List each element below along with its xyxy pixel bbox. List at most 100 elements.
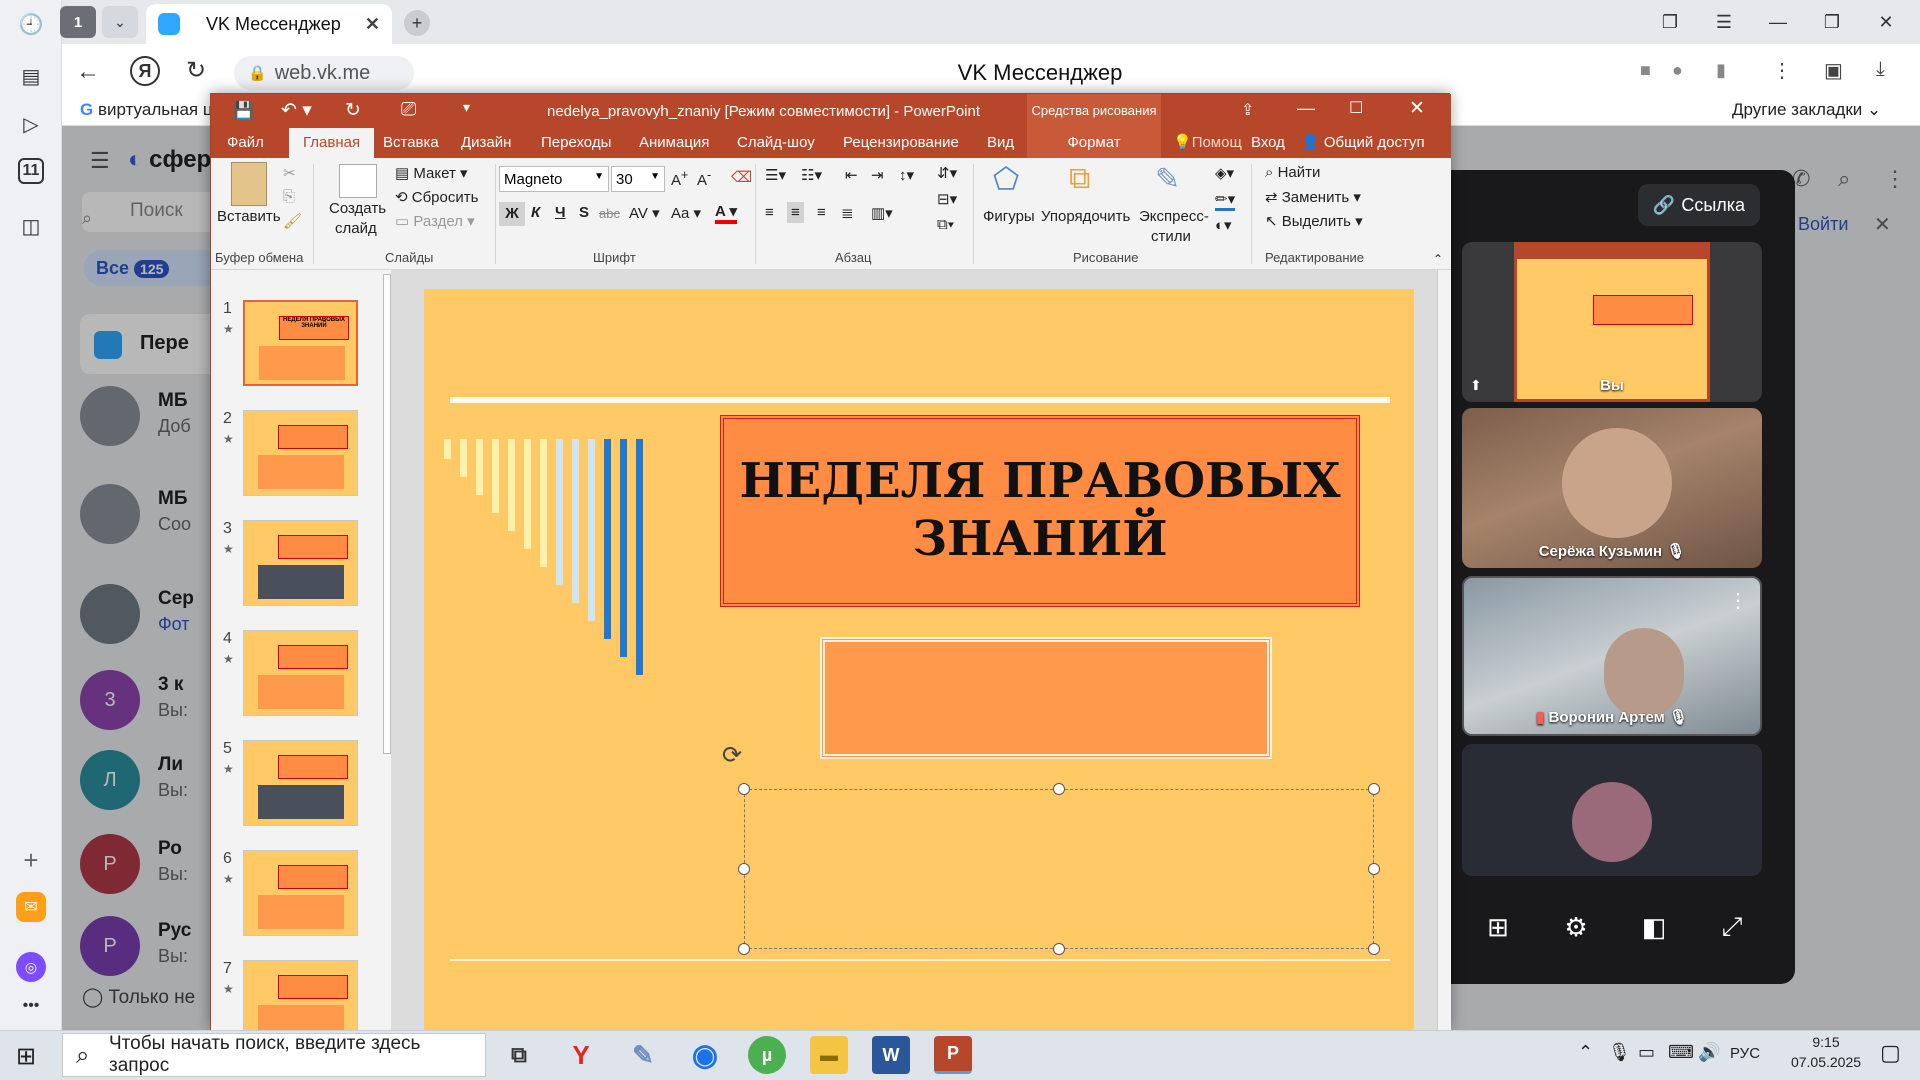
yandex-icon[interactable]: Я [130, 56, 160, 86]
screenshot-icon[interactable]: ◫ [15, 210, 47, 242]
bookmark-icon[interactable]: ▮ [1716, 60, 1726, 81]
bold-button[interactable]: Ж [499, 202, 525, 226]
call-tile-self[interactable]: Вы ⬆ [1462, 242, 1762, 402]
font-size-select[interactable]: 30 ▼ [611, 166, 665, 192]
editor-scrollbar[interactable] [1437, 270, 1451, 1031]
slide-subtitle-box[interactable] [820, 637, 1272, 759]
paste-icon[interactable] [231, 162, 267, 206]
shape-effects-icon[interactable]: ◐▾ [1215, 216, 1232, 234]
volume-icon[interactable]: 🔊 [1698, 1042, 1720, 1063]
tab-group-counter[interactable]: 1 [60, 6, 96, 38]
close-tab-icon[interactable]: ✕ [365, 14, 380, 35]
smartart-icon[interactable]: ⧉▾ [937, 216, 954, 233]
resize-handle[interactable] [1368, 943, 1380, 955]
shapes-button[interactable]: Фигуры [983, 208, 1035, 225]
undo-icon[interactable]: ↶ ▾ [281, 99, 312, 122]
share-button[interactable]: 👤 Общий доступ [1301, 128, 1425, 158]
find-button[interactable]: ⌕ Найти [1265, 164, 1320, 181]
badge-icon[interactable]: 11 [18, 158, 44, 184]
clear-format-icon[interactable]: ⌫ [731, 168, 752, 186]
minimize-icon[interactable]: — [1297, 98, 1315, 119]
thumbs-scrollbar[interactable] [383, 274, 391, 754]
font-color-icon[interactable]: A ▾ [715, 202, 737, 224]
char-spacing-icon[interactable]: AV ▾ [629, 204, 660, 222]
more-vertical-icon[interactable]: ⋮ [1772, 58, 1792, 83]
tab-home[interactable]: Главная [289, 128, 375, 158]
font-name-select[interactable]: Magneto ▼ [499, 166, 609, 192]
new-tab-icon[interactable]: + [404, 10, 430, 36]
call-tile-participant[interactable] [1462, 744, 1762, 876]
tab-design[interactable]: Дизайн [461, 128, 511, 158]
resize-handle[interactable] [1368, 863, 1380, 875]
increase-indent-icon[interactable]: ⇥ [871, 166, 884, 184]
language-indicator[interactable]: РУС [1730, 1045, 1760, 1062]
tab-slideshow[interactable]: Слайд-шоу [737, 128, 815, 158]
layout-icon[interactable]: ◧ [1632, 905, 1676, 949]
powerpoint-icon[interactable]: P [934, 1036, 972, 1074]
section-button[interactable]: ▭ Раздел ▾ [395, 212, 475, 230]
new-slide-line2[interactable]: слайд [335, 220, 377, 237]
quick-styles-line2[interactable]: стили [1151, 228, 1191, 245]
signin-link[interactable]: Вход [1251, 128, 1285, 158]
decrease-indent-icon[interactable]: ⇤ [845, 166, 858, 184]
chrome-icon[interactable]: ◉ [686, 1036, 724, 1074]
customize-qat-icon[interactable]: ▾ [463, 99, 470, 116]
tab-review[interactable]: Рецензирование [843, 128, 959, 158]
arrange-icon[interactable]: ⧉ [1069, 162, 1090, 196]
cut-icon[interactable]: ✂ [283, 164, 296, 182]
tab-animation[interactable]: Анимация [639, 128, 709, 158]
resize-handle[interactable] [738, 863, 750, 875]
quick-styles-icon[interactable]: ✎ [1155, 162, 1180, 197]
camera-icon[interactable]: ■ [1640, 60, 1651, 81]
tab-view[interactable]: Вид [987, 128, 1014, 158]
underline-button[interactable]: Ч [555, 204, 566, 221]
shrink-font-icon[interactable]: A- [697, 168, 711, 189]
slide-thumbnail[interactable] [243, 410, 358, 496]
bullets-icon[interactable]: ☰▾ [765, 166, 786, 184]
settings-icon[interactable]: ⚙ [1554, 905, 1598, 949]
numbering-icon[interactable]: ☷▾ [801, 166, 822, 184]
shapes-icon[interactable]: ⬠ [993, 162, 1019, 197]
task-view-icon[interactable]: ⧉ [500, 1036, 538, 1074]
change-case-icon[interactable]: Aa ▾ [671, 204, 701, 222]
save-icon[interactable]: 💾 [233, 101, 254, 121]
other-bookmarks[interactable]: Другие закладки ⌄ [1732, 100, 1881, 120]
help-search[interactable]: 💡Помощ [1173, 128, 1242, 158]
tab-insert[interactable]: Вставка [383, 128, 439, 158]
copy-icon[interactable]: ⎘ [283, 188, 295, 205]
clock[interactable]: 9:15 07.05.2025 [1776, 1034, 1876, 1070]
paint-icon[interactable]: ✎ [624, 1036, 662, 1074]
call-tile-participant[interactable]: Серёжа Кузьмин 🎙 [1462, 408, 1762, 568]
new-slide-icon[interactable] [339, 164, 377, 198]
download-icon[interactable]: ⤓ [1876, 58, 1885, 81]
taskbar-search[interactable]: Чтобы начать поиск, введите здесь запрос [62, 1033, 486, 1077]
layout-button[interactable]: ▤ Макет ▾ [395, 164, 468, 182]
back-icon[interactable]: ← [76, 58, 100, 86]
resize-handle[interactable] [738, 783, 750, 795]
reset-button[interactable]: ⟲ Сбросить [395, 188, 478, 206]
format-painter-icon[interactable]: 🖌 [283, 212, 302, 230]
grid-icon[interactable]: ⊞ [1476, 905, 1520, 949]
slide-thumbnail[interactable] [243, 630, 358, 716]
tab-active[interactable]: VK Мессенджер ✕ [146, 4, 392, 44]
text-direction-icon[interactable]: ⇵▾ [937, 164, 957, 182]
more-vertical-icon[interactable]: ⋮ [1728, 588, 1748, 613]
arrange-button[interactable]: Упорядочить [1041, 208, 1130, 225]
add-icon[interactable]: + [15, 844, 47, 876]
slide-thumbnail[interactable] [243, 850, 358, 936]
restore-icon[interactable]: ❐ [1812, 8, 1852, 36]
align-right-icon[interactable]: ≡ [817, 204, 826, 221]
yandex-browser-icon[interactable]: Y [562, 1036, 600, 1074]
justify-icon[interactable]: ≣ [841, 204, 854, 222]
battery-icon[interactable]: ▭ [1638, 1042, 1655, 1063]
resize-handle[interactable] [1368, 783, 1380, 795]
slide-canvas[interactable]: НЕДЕЛЯ ПРАВОВЫХ ЗНАНИЙ ⟳ [424, 289, 1414, 1031]
new-slide-line1[interactable]: Создать [329, 200, 386, 217]
sidepanel-icon[interactable]: ▣ [1824, 58, 1843, 83]
collapse-ribbon-icon[interactable]: ⌃ [1433, 252, 1443, 266]
slide-title-box[interactable]: НЕДЕЛЯ ПРАВОВЫХ ЗНАНИЙ [720, 415, 1360, 607]
slide-thumbnail[interactable] [243, 520, 358, 606]
video-icon[interactable]: ▷ [15, 108, 47, 140]
tab-transitions[interactable]: Переходы [541, 128, 611, 158]
maximize-icon[interactable]: ☐ [1349, 98, 1363, 118]
